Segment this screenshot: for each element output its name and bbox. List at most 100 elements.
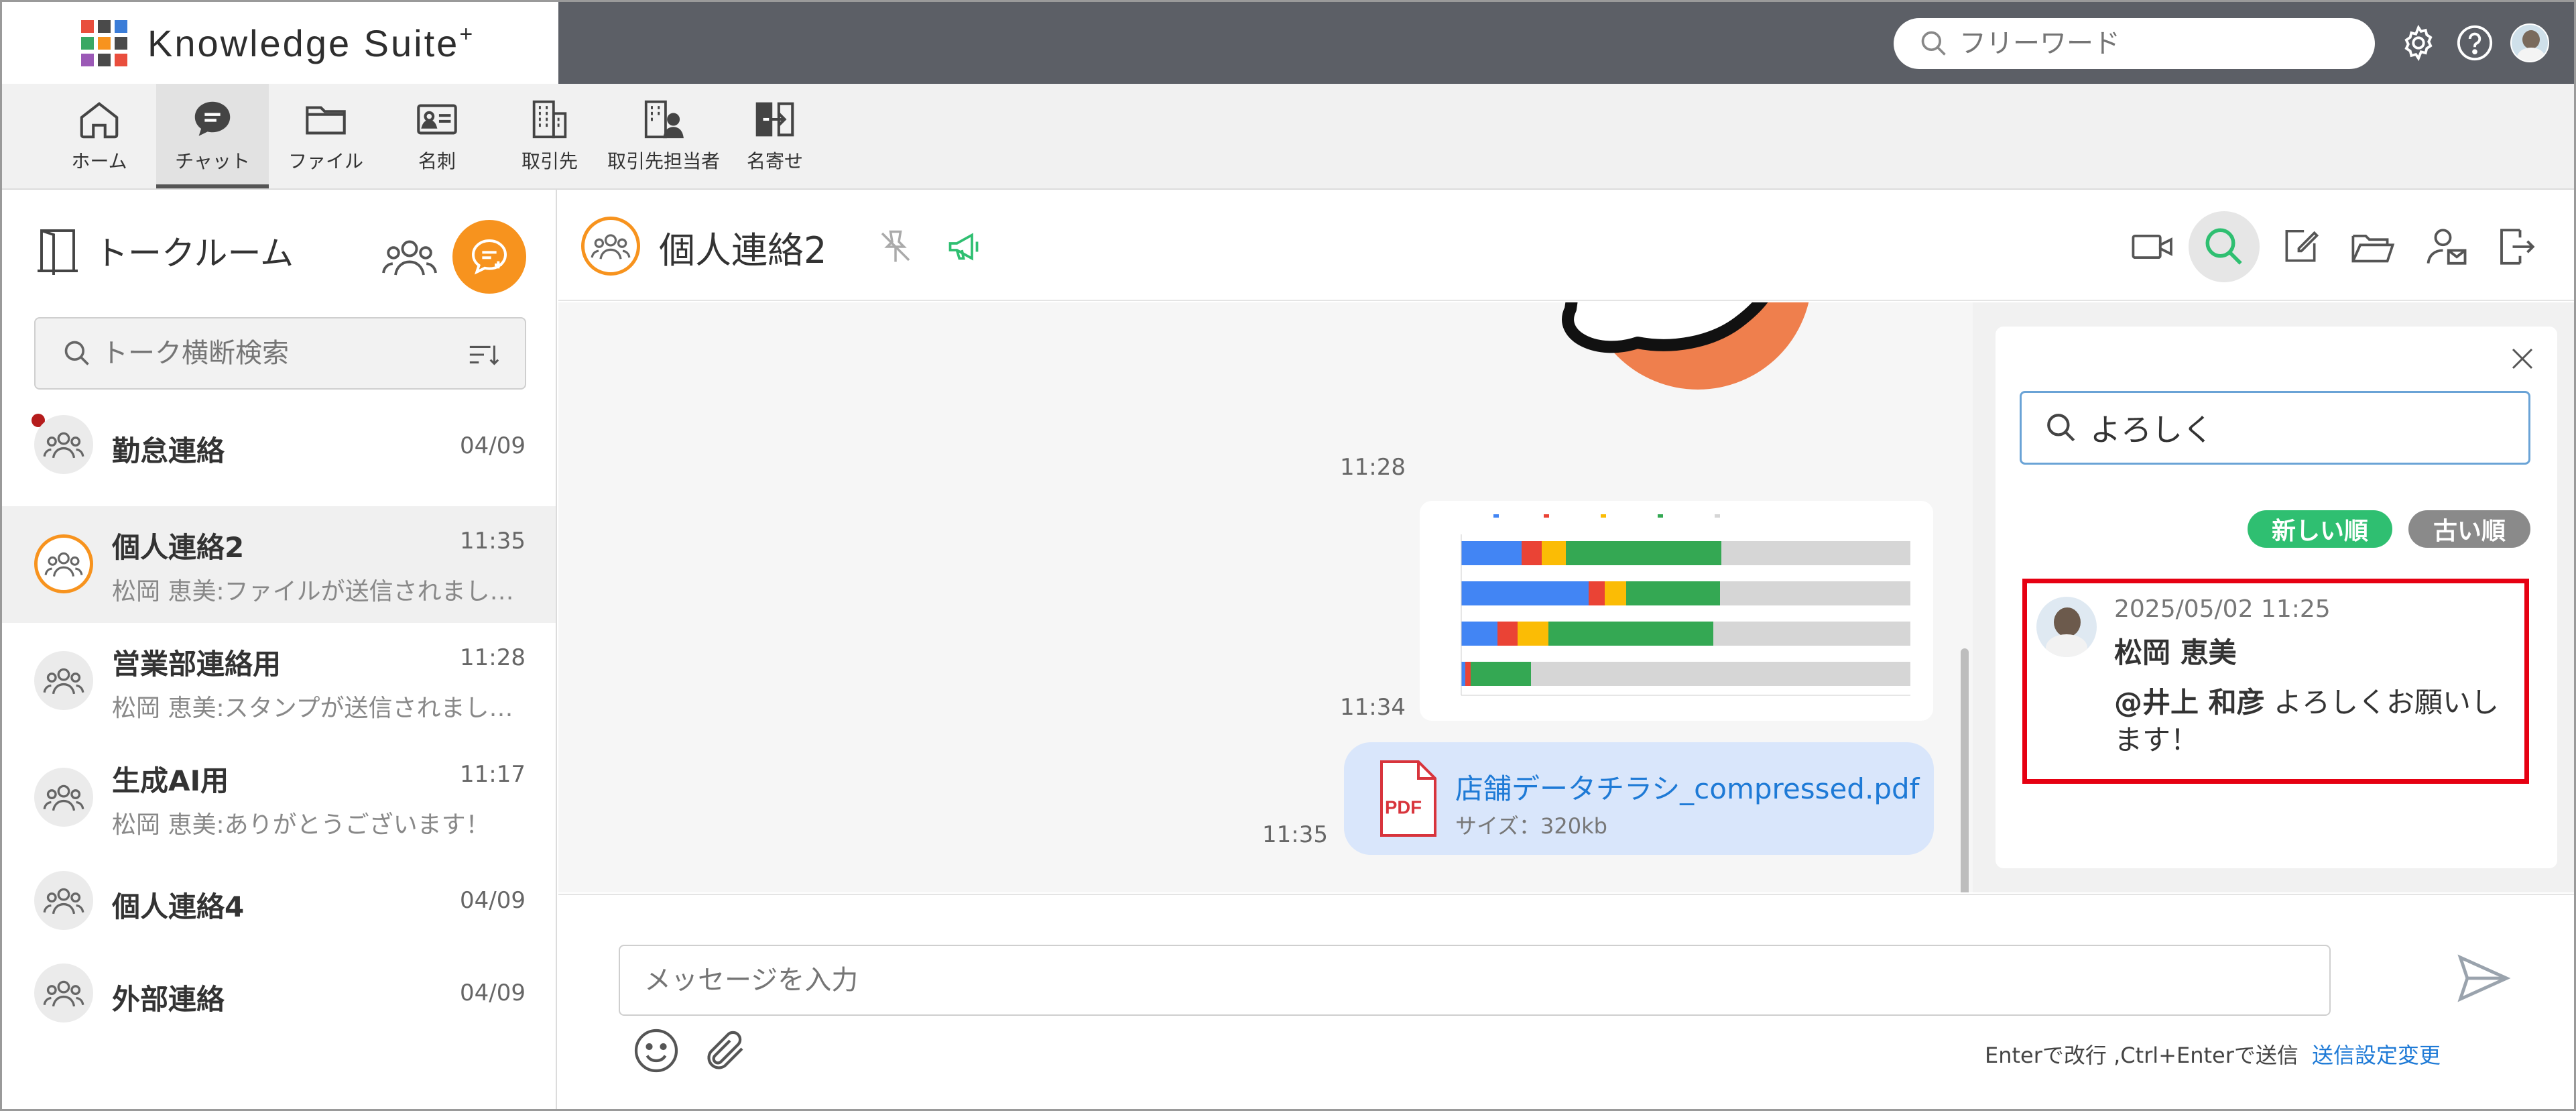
members-icon[interactable] bbox=[381, 233, 438, 284]
chat-header: 個人連絡2 bbox=[558, 191, 2574, 301]
room-item[interactable]: 個人連絡4 04/09 bbox=[2, 856, 556, 943]
folder-icon[interactable] bbox=[2345, 219, 2400, 274]
exit-room-icon[interactable] bbox=[2489, 219, 2544, 274]
sender-avatar bbox=[2036, 597, 2097, 657]
file-type-label: PDF bbox=[1385, 797, 1422, 818]
sort-oldest-button[interactable]: 古い順 bbox=[2408, 510, 2530, 548]
logo-mark bbox=[81, 19, 127, 66]
nav-business-card-label: 名刺 bbox=[418, 150, 456, 172]
gear-icon[interactable] bbox=[2398, 22, 2439, 64]
user-avatar[interactable] bbox=[2509, 22, 2551, 64]
room-name: 勤怠連絡 bbox=[112, 434, 225, 467]
video-call-icon[interactable] bbox=[2126, 219, 2181, 274]
top-bar: Knowledge Suite+ bbox=[2, 2, 2574, 84]
room-name: 個人連絡2 bbox=[112, 531, 245, 564]
message-list[interactable]: 11:28 11:34 PDF 店舗データチラシ_compressed.pdf … bbox=[558, 302, 1973, 892]
search-icon bbox=[2205, 228, 2242, 265]
search-messages-button[interactable] bbox=[2189, 211, 2260, 282]
image-message[interactable] bbox=[1420, 501, 1933, 721]
room-time: 11:17 bbox=[460, 761, 526, 788]
search-icon bbox=[2047, 414, 2075, 442]
pin-icon[interactable] bbox=[868, 219, 923, 274]
group-icon bbox=[43, 980, 84, 1007]
sort-icon[interactable] bbox=[467, 340, 501, 372]
message-search-input[interactable] bbox=[2090, 410, 2492, 446]
business-card-icon bbox=[417, 104, 457, 135]
megaphone-icon[interactable] bbox=[938, 219, 993, 274]
global-search-input[interactable] bbox=[1959, 28, 2335, 59]
message-input[interactable] bbox=[644, 965, 2329, 996]
nav-client[interactable]: 取引先 bbox=[510, 84, 589, 188]
group-icon bbox=[591, 234, 631, 259]
group-icon bbox=[43, 888, 84, 915]
talk-room-sidebar: トークルーム 勤怠連絡 04/09 個人連 bbox=[2, 190, 557, 1109]
room-name: 外部連絡 bbox=[112, 983, 225, 1016]
room-time: 11:35 bbox=[460, 528, 526, 554]
send-setting-link[interactable]: 送信設定変更 bbox=[2312, 1039, 2441, 1069]
chat-room-title: 個人連絡2 bbox=[659, 229, 827, 272]
group-icon bbox=[43, 432, 84, 459]
sort-newest-button[interactable]: 新しい順 bbox=[2248, 510, 2392, 548]
sidebar-title: トークルーム bbox=[95, 234, 294, 273]
room-item[interactable]: 外部連絡 04/09 bbox=[2, 950, 556, 1037]
result-mention: @井上 和彦 bbox=[2114, 686, 2265, 719]
pdf-file-icon: PDF bbox=[1380, 760, 1436, 837]
message-time: 11:28 bbox=[1340, 454, 1406, 481]
room-preview: 松岡 恵美:スタンプが送信されまし… bbox=[112, 695, 513, 722]
group-avatar bbox=[34, 963, 93, 1022]
nav-home[interactable]: ホーム bbox=[60, 84, 139, 188]
send-button[interactable] bbox=[2455, 953, 2512, 1006]
room-item[interactable]: 営業部連絡用 11:28 松岡 恵美:スタンプが送信されまし… bbox=[2, 623, 556, 740]
chat-icon bbox=[194, 101, 231, 136]
help-icon[interactable] bbox=[2454, 22, 2496, 64]
message-search-box[interactable] bbox=[2020, 391, 2530, 465]
result-sender-name: 松岡 恵美 bbox=[2114, 636, 2237, 669]
talk-search[interactable] bbox=[34, 317, 526, 390]
attachment-icon[interactable] bbox=[702, 1027, 750, 1077]
send-icon bbox=[2457, 954, 2511, 1002]
message-time: 11:34 bbox=[1340, 694, 1406, 721]
nav-merge-label: 名寄せ bbox=[746, 150, 803, 172]
file-name[interactable]: 店舗データチラシ_compressed.pdf bbox=[1455, 766, 1919, 807]
folder-icon bbox=[306, 106, 346, 135]
app-logo[interactable]: Knowledge Suite+ bbox=[2, 2, 558, 84]
room-time: 11:28 bbox=[460, 644, 526, 671]
nav-merge[interactable]: 名寄せ bbox=[735, 84, 814, 188]
nav-client-contact[interactable]: 取引先担当者 bbox=[605, 84, 722, 188]
nav-client-label: 取引先 bbox=[521, 150, 578, 172]
message-search-panel: 新しい順 古い順 2025/05/02 11:25 松岡 恵美 @井上 和彦 よ… bbox=[1996, 327, 2557, 868]
result-date: 2025/05/02 11:25 bbox=[2114, 595, 2331, 623]
merge-icon bbox=[755, 102, 794, 137]
search-side-area: 新しい順 古い順 2025/05/02 11:25 松岡 恵美 @井上 和彦 よ… bbox=[1973, 302, 2574, 892]
room-name: 生成AI用 bbox=[112, 764, 229, 797]
room-item[interactable]: 生成AI用 11:17 松岡 恵美:ありがとうございます！ bbox=[2, 740, 556, 856]
new-chat-button[interactable] bbox=[452, 220, 526, 294]
app-window: Knowledge Suite+ ホーム チャット bbox=[0, 0, 2576, 1111]
global-search[interactable] bbox=[1894, 18, 2375, 69]
close-icon[interactable] bbox=[2506, 343, 2538, 377]
message-input-box[interactable] bbox=[619, 945, 2331, 1016]
nav-chat[interactable]: チャット bbox=[156, 84, 269, 188]
nav-client-contact-label: 取引先担当者 bbox=[607, 150, 720, 172]
nav-business-card[interactable]: 名刺 bbox=[397, 84, 477, 188]
room-name: 個人連絡4 bbox=[112, 890, 245, 923]
send-shortcut-hint: Enterで改行 ,Ctrl+Enterで送信 bbox=[1985, 1043, 2298, 1068]
result-message: @井上 和彦 よろしくお願いします！ bbox=[2114, 684, 2516, 759]
talk-search-input[interactable] bbox=[101, 338, 450, 369]
nav-file[interactable]: ファイル bbox=[282, 84, 369, 188]
group-icon bbox=[43, 668, 84, 695]
nav-chat-label: チャット bbox=[175, 150, 250, 172]
emoji-icon[interactable] bbox=[632, 1027, 680, 1077]
search-result-item[interactable]: 2025/05/02 11:25 松岡 恵美 @井上 和彦 よろしくお願いします… bbox=[2022, 579, 2529, 784]
message-scrollbar[interactable] bbox=[1961, 648, 1969, 892]
message-composer: Enterで改行 ,Ctrl+Enterで送信 送信設定変更 bbox=[558, 894, 2574, 1109]
group-avatar bbox=[34, 415, 93, 474]
stamp-image[interactable] bbox=[1510, 302, 1832, 423]
nav-home-label: ホーム bbox=[71, 150, 127, 172]
edit-note-icon[interactable] bbox=[2273, 219, 2328, 274]
file-message[interactable]: PDF 店舗データチラシ_compressed.pdf サイズ：320kb bbox=[1344, 742, 1934, 855]
member-mail-icon[interactable] bbox=[2419, 219, 2474, 274]
building-icon bbox=[532, 100, 567, 139]
room-item-active[interactable]: 個人連絡2 11:35 松岡 恵美:ファイルが送信されまし… bbox=[2, 506, 556, 623]
room-item[interactable]: 勤怠連絡 04/09 bbox=[2, 403, 556, 486]
